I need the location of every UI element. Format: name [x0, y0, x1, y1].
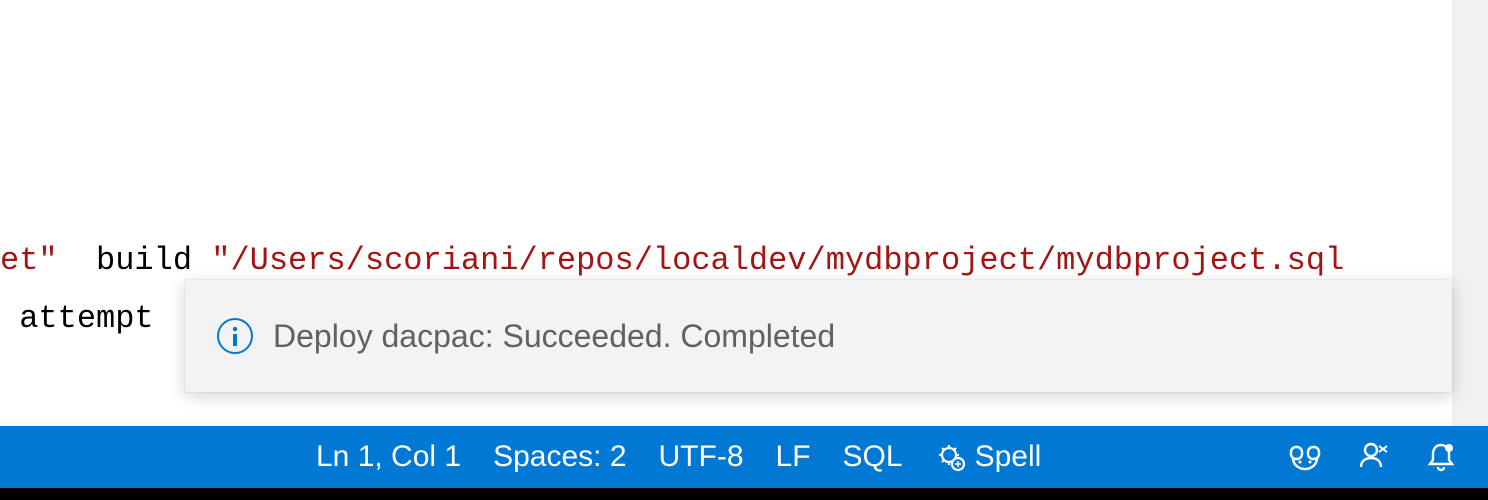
- status-cursor-position[interactable]: Ln 1, Col 1: [300, 426, 477, 488]
- bottom-edge: [0, 488, 1488, 500]
- status-notifications[interactable]: [1410, 441, 1472, 473]
- status-indentation[interactable]: Spaces: 2: [477, 426, 642, 488]
- notification-toast[interactable]: Deploy dacpac: Succeeded. Completed: [185, 280, 1452, 392]
- code-line: attempt: [0, 292, 154, 346]
- status-eol[interactable]: LF: [760, 426, 827, 488]
- bell-icon: [1426, 441, 1456, 473]
- notification-message: Deploy dacpac: Succeeded. Completed: [273, 318, 835, 355]
- status-spellcheck[interactable]: Spell: [919, 426, 1058, 488]
- info-icon: [217, 318, 253, 354]
- sparkle-bug-icon: [935, 441, 967, 473]
- status-copilot[interactable]: [1272, 442, 1338, 472]
- status-encoding[interactable]: UTF-8: [643, 426, 760, 488]
- status-language[interactable]: SQL: [827, 426, 919, 488]
- vertical-scrollbar[interactable]: [1452, 0, 1488, 427]
- account-icon: [1358, 441, 1390, 473]
- copilot-icon: [1288, 442, 1322, 472]
- status-account[interactable]: [1342, 441, 1406, 473]
- status-bar: Ln 1, Col 1 Spaces: 2 UTF-8 LF SQL Spell: [0, 426, 1488, 488]
